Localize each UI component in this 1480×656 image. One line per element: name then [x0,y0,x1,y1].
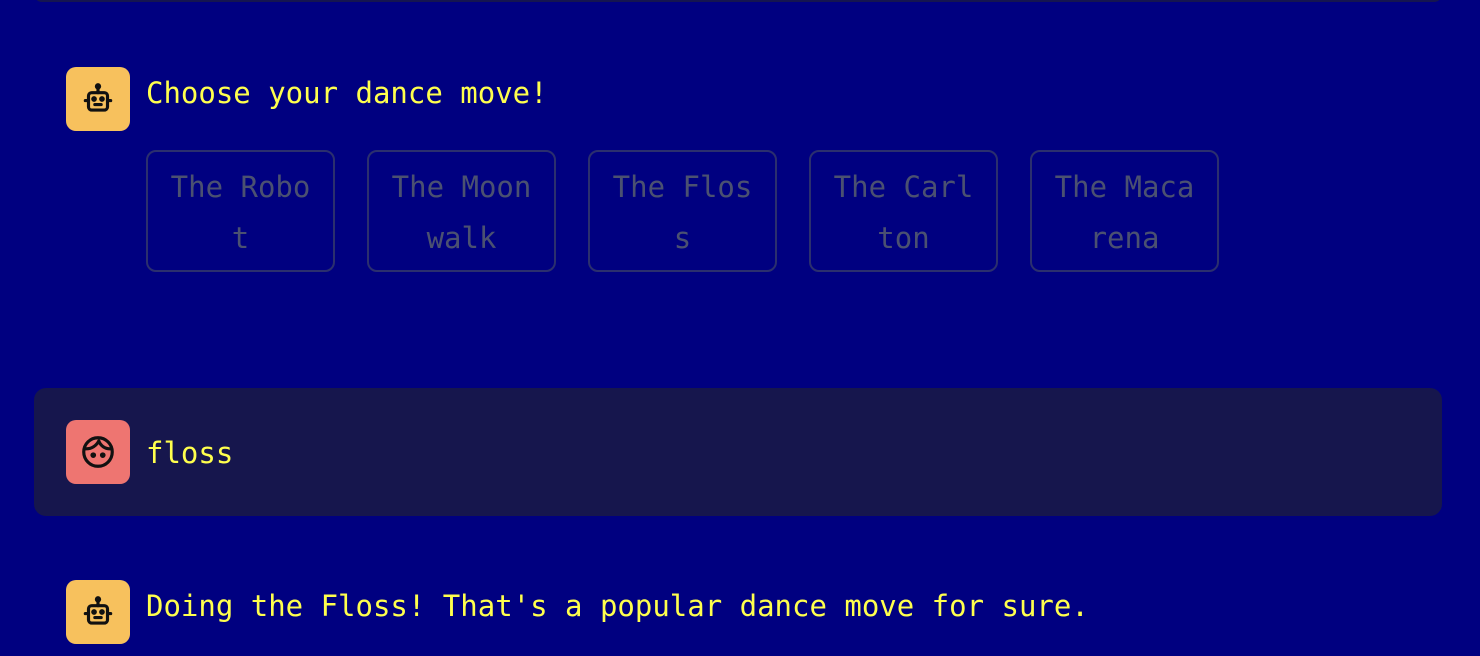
choice-the-moonwalk[interactable]: The Moonwalk [367,150,556,272]
robot-icon [83,83,113,112]
choice-the-robot[interactable]: The Robot [146,150,335,272]
user-reply-text: floss [146,436,234,470]
choice-the-carlton[interactable]: The Carlton [809,150,998,272]
choice-label: The Floss [612,170,753,255]
choice-label: The Moonwalk [391,170,532,255]
choice-the-macarena[interactable]: The Macarena [1030,150,1219,272]
dance-move-choices: The Robot The Moonwalk The Floss The Car… [146,150,1219,272]
bot-prompt-text: Choose your dance move! [146,76,548,110]
previous-message-bottom-edge [34,0,1442,2]
user-avatar [66,420,130,484]
chat-page: Choose your dance move! The Robot The Mo… [0,0,1480,656]
bot-response-text: Doing the Floss! That's a popular dance … [146,589,1089,623]
robot-icon [83,596,113,625]
choice-label: The Carlton [833,170,974,255]
bot-avatar [66,580,130,644]
face-icon [82,436,114,468]
user-message-row [34,388,1442,516]
choice-the-floss[interactable]: The Floss [588,150,777,272]
choice-label: The Macarena [1054,170,1195,255]
choice-label: The Robot [170,170,311,255]
bot-avatar [66,67,130,131]
